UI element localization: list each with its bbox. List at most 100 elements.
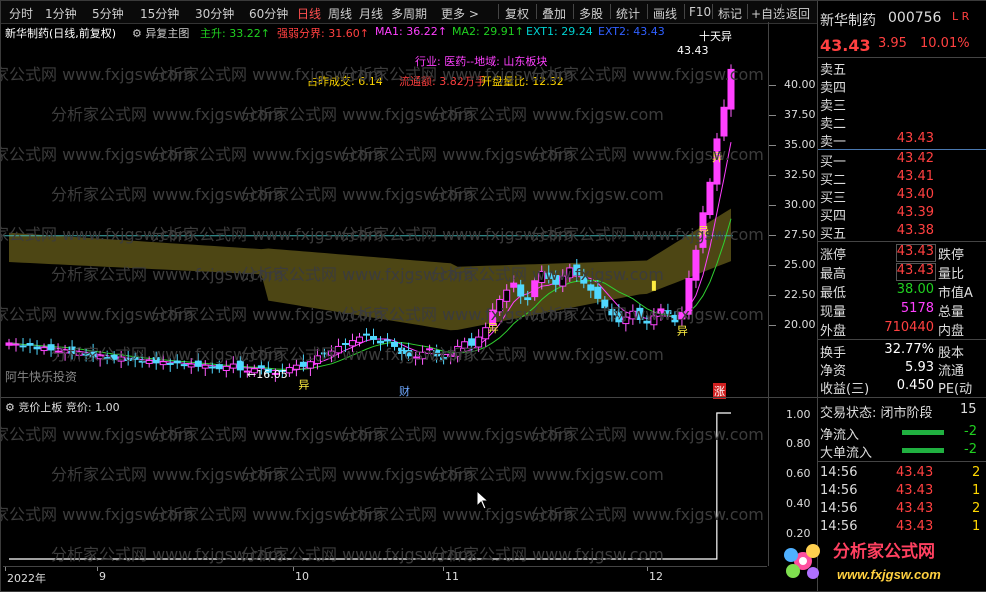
candle [727,64,735,117]
candle [629,304,637,325]
btn-mark[interactable]: 标记 [718,5,742,22]
time-tick: 10 [295,570,309,583]
bid-row: 买三 43.40 [820,187,934,206]
candle [615,304,623,327]
app-window: 分时 1分钟 5分钟 15分钟 30分钟 60分钟 日线 周线 月线 多周期 更… [0,0,986,592]
candle [341,338,349,352]
btn-back[interactable]: 返回 [786,5,810,22]
trade-state: 交易状态: 闭市阶段 [820,406,933,421]
stock-code: 000756 [888,10,942,26]
sub-tick: 0.20 [786,527,811,540]
legend-ma1: MA1: 36.22↑ [375,25,447,38]
candle [608,303,616,322]
candle [622,312,630,332]
candle [657,303,665,321]
stock-name: 新华制药 [820,13,876,29]
tick-row: 14:56 43.43 2 [820,465,981,480]
btn-stats[interactable]: 统计 [616,5,640,22]
yi-marker: 异 [698,225,709,238]
trade-state-num: 15 [960,402,977,417]
tab-daily[interactable]: 日线 [297,5,321,22]
candle [26,338,34,354]
price-tick: 25.00 [784,258,816,271]
ask-row: 卖四 [820,81,847,96]
ask-row: 卖二 [820,117,847,132]
candle [433,344,441,363]
stat-row: 最低 38.00 市值A [820,282,973,301]
tab-1min[interactable]: 1分钟 [45,5,77,22]
ask-row: 卖一 43.43 [820,131,934,150]
btn-multi-stock[interactable]: 多股 [579,5,603,22]
price-tick: 22.50 [784,288,816,301]
yi-marker: 异 [488,322,499,335]
price-tick: 32.50 [784,168,816,181]
candle [370,328,378,345]
last-price: 43.43 [820,36,871,55]
candle [327,345,335,363]
indicator-select[interactable]: ⚙ 异复主图 [132,25,189,41]
tab-fenshi[interactable]: 分时 [9,5,33,22]
jingjia-line [9,412,731,560]
time-tick: 2022年 [7,572,46,585]
candle [12,338,20,352]
time-tick: 11 [445,570,459,583]
stat-row: 外盘 710440 内盘 [820,320,965,339]
tab-15min[interactable]: 15分钟 [140,5,179,22]
tab-more[interactable]: 更多 > [441,5,479,22]
net-inflow-value: -2 [964,424,977,439]
tab-60min[interactable]: 60分钟 [249,5,288,22]
candlestick-chart[interactable]: 异异 异异异 [3,41,767,397]
tab-monthly[interactable]: 月线 [359,5,383,22]
candle [306,356,314,376]
btn-overlay[interactable]: 叠加 [542,5,566,22]
tab-multi-period[interactable]: 多周期 [391,5,427,22]
time-tick: 12 [649,570,663,583]
candle [173,354,181,369]
candle [208,360,216,374]
tick-row: 14:56 43.43 1 [820,483,981,498]
candle [419,345,427,365]
price-tick: 40.00 [784,78,816,91]
price-tick: 37.50 [784,108,816,121]
tab-5min[interactable]: 5分钟 [92,5,124,22]
stat-liangbi: 开盘量比: 12.32 [481,75,564,88]
candle [636,304,644,324]
candle [412,351,420,366]
legend-qiangruo: 强弱分界: 31.60↑ [277,27,369,40]
price-tick: 30.00 [784,198,816,211]
candle [110,351,118,364]
candle [117,351,125,369]
logo-text: 分析家公式网 [833,541,935,561]
btn-add-watch[interactable]: +自选 [751,5,785,22]
brand-label: 阿牛快乐投资 [5,370,78,384]
candle [468,332,476,353]
pct-change: 10.01% [920,36,970,51]
time-tick: 9 [99,570,106,583]
sub-tick: 0.40 [786,497,811,510]
tab-weekly[interactable]: 周线 [328,5,352,22]
candle [720,99,728,142]
flower-icon [784,544,820,579]
sub-indicator-chart[interactable] [3,399,767,567]
legend-ma2: MA2: 29.91↑ [452,25,524,38]
stat-liutong: 流通额: 3.82万手 [399,75,486,88]
yi-marker: 异 [677,324,688,337]
bid-row: 买五 43.38 [820,223,934,242]
candle [33,340,41,355]
signal-arrow-icon [651,280,656,291]
tab-30min[interactable]: 30分钟 [195,5,234,22]
candle [454,339,462,363]
low-price-label: ←16.05 [247,368,288,381]
stat-row: 净资 5.93 流通 [820,360,965,379]
candle [159,353,167,370]
sub-tick: 1.00 [786,408,811,421]
btn-draw[interactable]: 画线 [653,5,677,22]
candle [131,352,139,368]
candle [138,354,146,368]
btn-fuquan[interactable]: 复权 [505,5,529,22]
sub-tick: 0.60 [786,467,811,480]
bid-row: 买二 43.41 [820,169,934,188]
btn-f10[interactable]: F10 [689,5,711,19]
price-tick: 20.00 [784,318,816,331]
candle [47,338,55,357]
